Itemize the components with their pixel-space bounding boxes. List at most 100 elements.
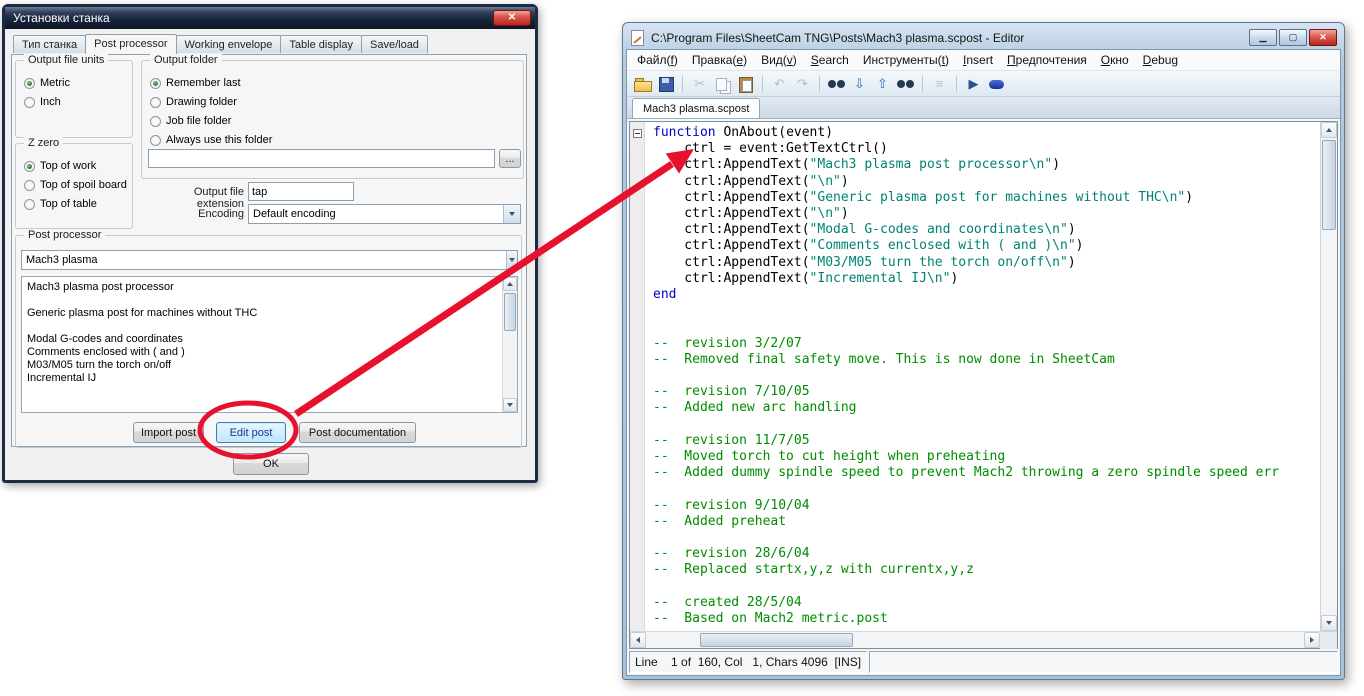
cut-icon[interactable]: ✂ bbox=[689, 74, 710, 94]
post-processor-group: Post processor Mach3 plasma Mach3 plasma… bbox=[15, 229, 522, 448]
post-processor-combobox[interactable]: Mach3 plasma bbox=[21, 250, 518, 270]
editor-titlebar[interactable]: C:\Program Files\SheetCam TNG\Posts\Mach… bbox=[626, 26, 1341, 49]
menu-debug[interactable]: Debug bbox=[1136, 51, 1185, 69]
scroll-left-button[interactable] bbox=[630, 632, 646, 648]
breakpoint-icon[interactable] bbox=[986, 74, 1007, 94]
radio-top-of-spoil-board[interactable]: Top of spoil board bbox=[24, 178, 132, 192]
down-arrow-icon bbox=[507, 403, 513, 407]
edit-post-button[interactable]: Edit post bbox=[216, 422, 286, 443]
find-icon[interactable] bbox=[826, 74, 847, 94]
ok-button[interactable]: OK bbox=[233, 453, 309, 475]
code-line: -- Moved torch to cut height when prehea… bbox=[653, 449, 1006, 465]
radio-inch[interactable]: Inch bbox=[24, 95, 132, 109]
browse-button[interactable]: ... bbox=[499, 149, 521, 168]
output-file-units-radios: Metric Inch bbox=[16, 71, 132, 109]
scroll-down-button[interactable] bbox=[503, 398, 517, 412]
radio-always-use-this-folder[interactable]: Always use this folder bbox=[150, 133, 523, 147]
machine-settings-dialog: Установки станка ✕ Тип станка Post proces… bbox=[2, 4, 538, 483]
encoding-value: Default encoding bbox=[253, 208, 336, 220]
radio-remember-last[interactable]: Remember last bbox=[150, 76, 523, 90]
fold-margin[interactable] bbox=[630, 122, 645, 631]
paste-icon[interactable] bbox=[735, 74, 756, 94]
code-line: -- Replaced startx,y,z with currentx,y,z bbox=[653, 562, 974, 578]
scroll-up-button[interactable] bbox=[1321, 122, 1337, 138]
toolbar-separator bbox=[922, 75, 923, 92]
find-next-icon[interactable]: ⇩ bbox=[849, 74, 870, 94]
encoding-combobox[interactable]: Default encoding bbox=[248, 204, 521, 224]
minimize-button[interactable]: ▁ bbox=[1249, 29, 1277, 46]
output-folder-legend: Output folder bbox=[150, 54, 222, 66]
toolbar-separator bbox=[762, 75, 763, 92]
editor-toolbar: ✂ ↶ ↷ ⇩ ⇧ ≡ ▶ bbox=[627, 71, 1340, 97]
menu-инструменты-t[interactable]: Инструменты(t) bbox=[856, 51, 956, 69]
vertical-scrollbar[interactable] bbox=[1320, 122, 1337, 631]
copy-icon[interactable] bbox=[712, 74, 733, 94]
undo-icon[interactable]: ↶ bbox=[769, 74, 790, 94]
horizontal-scrollbar-thumb[interactable] bbox=[700, 633, 853, 647]
dialog-titlebar[interactable]: Установки станка ✕ bbox=[5, 7, 535, 29]
code-line: ctrl:AppendText("Incremental IJ\n") bbox=[653, 270, 959, 286]
vertical-scrollbar-thumb[interactable] bbox=[1322, 140, 1336, 230]
tab-working-envelope[interactable]: Working envelope bbox=[175, 35, 282, 53]
save-icon[interactable] bbox=[655, 74, 676, 94]
radio-drawing-folder[interactable]: Drawing folder bbox=[150, 95, 523, 109]
tab-тип-станка[interactable]: Тип станка bbox=[13, 35, 87, 53]
open-icon[interactable] bbox=[632, 74, 653, 94]
code-line: -- revision 7/10/05 bbox=[653, 384, 810, 400]
menu-вид-v[interactable]: Вид(v) bbox=[754, 51, 804, 69]
editor-frame: function OnAbout(event) ctrl = event:Get… bbox=[629, 121, 1338, 649]
maximize-button[interactable]: ▢ bbox=[1279, 29, 1307, 46]
post-processor-legend: Post processor bbox=[24, 229, 106, 241]
editor-file-tab[interactable]: Mach3 plasma.scpost bbox=[632, 98, 761, 118]
close-button[interactable]: ✕ bbox=[1309, 29, 1337, 46]
tab-post-processor[interactable]: Post processor bbox=[85, 34, 177, 54]
post-processor-value: Mach3 plasma bbox=[26, 254, 98, 266]
find-in-files-icon[interactable] bbox=[895, 74, 916, 94]
code-line: -- Removed final safety move. This is no… bbox=[653, 351, 1115, 367]
tab-save-load[interactable]: Save/load bbox=[361, 35, 428, 53]
radio-dot-icon bbox=[150, 96, 161, 108]
code-line: ctrl:AppendText("Generic plasma post for… bbox=[653, 189, 1194, 205]
run-icon[interactable]: ▶ bbox=[963, 74, 984, 94]
radio-top-of-table[interactable]: Top of table bbox=[24, 197, 132, 211]
tab-table-display[interactable]: Table display bbox=[280, 35, 362, 53]
post-documentation-button[interactable]: Post documentation bbox=[299, 422, 416, 443]
menu-предпочтения[interactable]: Предпочтения bbox=[1000, 51, 1094, 69]
code-content[interactable]: function OnAbout(event) ctrl = event:Get… bbox=[646, 122, 1320, 631]
find-previous-icon[interactable]: ⇧ bbox=[872, 74, 893, 94]
menu-файл-f[interactable]: Файл(f) bbox=[630, 51, 685, 69]
radio-job-file-folder[interactable]: Job file folder bbox=[150, 114, 523, 128]
redo-icon[interactable]: ↷ bbox=[792, 74, 813, 94]
code-editor[interactable]: function OnAbout(event) ctrl = event:Get… bbox=[630, 122, 1337, 631]
description-scrollbar[interactable] bbox=[502, 277, 517, 412]
dialog-body: Тип станка Post processor Working envelope… bbox=[5, 29, 535, 480]
menu-правка-e[interactable]: Правка(e) bbox=[685, 51, 754, 69]
output-file-extension-input[interactable] bbox=[248, 182, 354, 201]
chevron-down-icon[interactable] bbox=[506, 251, 517, 269]
editor-app-icon bbox=[630, 30, 645, 46]
z-zero-legend: Z zero bbox=[24, 137, 64, 149]
menu-окно[interactable]: Окно bbox=[1094, 51, 1136, 69]
editor-title: C:\Program Files\SheetCam TNG\Posts\Mach… bbox=[651, 30, 1025, 45]
radio-top-of-work[interactable]: Top of work bbox=[24, 159, 132, 173]
fold-collapse-icon[interactable] bbox=[633, 129, 642, 138]
folder-path-input[interactable] bbox=[148, 149, 495, 168]
desktop: Установки станка ✕ Тип станка Post proces… bbox=[0, 0, 1364, 696]
dialog-close-button[interactable]: ✕ bbox=[493, 10, 531, 26]
radio-metric[interactable]: Metric bbox=[24, 76, 132, 90]
menu-insert[interactable]: Insert bbox=[956, 51, 1000, 69]
scroll-right-button[interactable] bbox=[1304, 632, 1320, 648]
scroll-up-button[interactable] bbox=[503, 277, 517, 291]
scrollbar-thumb[interactable] bbox=[504, 293, 516, 331]
down-arrow-icon bbox=[509, 212, 515, 216]
options-icon[interactable]: ≡ bbox=[929, 74, 950, 94]
import-post-button[interactable]: Import post bbox=[133, 422, 204, 443]
horizontal-scrollbar[interactable] bbox=[630, 631, 1337, 649]
chevron-down-icon[interactable] bbox=[503, 205, 520, 223]
scroll-down-button[interactable] bbox=[1321, 615, 1337, 631]
radio-dot-icon bbox=[24, 77, 35, 89]
code-line: ctrl:AppendText("Mach3 plasma post proce… bbox=[653, 157, 1061, 173]
menu-search[interactable]: Search bbox=[804, 51, 856, 69]
